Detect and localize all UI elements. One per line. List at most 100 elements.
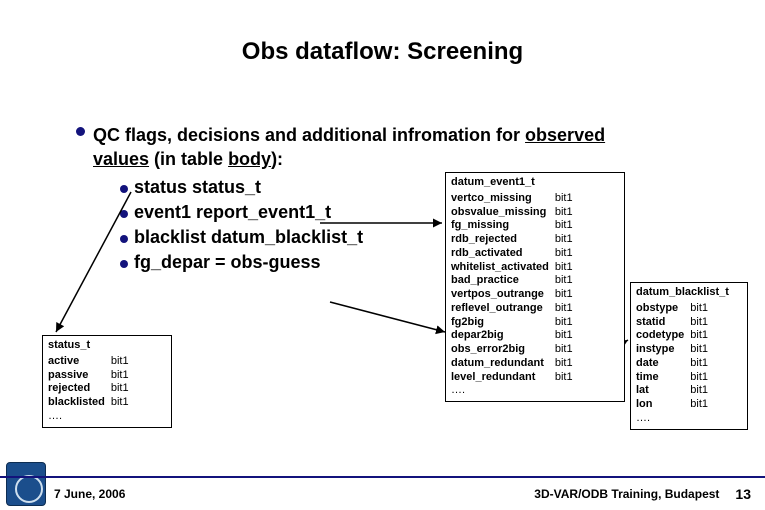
field-table: obstypebit1statidbit1codetypebit1instype… [636, 302, 714, 412]
status-box: status_t activebit1passivebit1rejectedbi… [42, 335, 172, 428]
field-type: bit1 [555, 357, 579, 371]
ellipsis: …. [48, 410, 166, 424]
slide-title: Obs dataflow: Screening [0, 38, 765, 66]
field-type: bit1 [555, 206, 579, 220]
table-row: level_redundantbit1 [451, 371, 579, 385]
field-name: lat [636, 384, 690, 398]
main-text: QC flags, decisions and additional infro… [93, 123, 653, 172]
field-type: bit1 [690, 357, 714, 371]
sub-bullet-text: event1 report_event1_t [134, 202, 331, 223]
field-name: datum_redundant [451, 357, 555, 371]
field-table: vertco_missingbit1obsvalue_missingbit1fg… [451, 192, 579, 385]
table-row: depar2bigbit1 [451, 329, 579, 343]
field-name: instype [636, 343, 690, 357]
sub-bullet-text: fg_depar = obs-guess [134, 252, 321, 273]
field-name: level_redundant [451, 371, 555, 385]
field-type: bit1 [690, 343, 714, 357]
datum-event-box: datum_event1_t vertco_missingbit1obsvalu… [445, 172, 625, 402]
field-type: bit1 [555, 261, 579, 275]
field-name: codetype [636, 329, 690, 343]
table-row: bad_practicebit1 [451, 274, 579, 288]
field-name: time [636, 371, 690, 385]
bullet-icon [76, 127, 85, 136]
table-row: latbit1 [636, 384, 714, 398]
field-name: bad_practice [451, 274, 555, 288]
field-name: obsvalue_missing [451, 206, 555, 220]
field-name: obstype [636, 302, 690, 316]
footer-date: 7 June, 2006 [54, 487, 125, 501]
page-number: 13 [735, 486, 751, 502]
field-name: depar2big [451, 329, 555, 343]
field-type: bit1 [555, 219, 579, 233]
field-type: bit1 [690, 371, 714, 385]
field-type: bit1 [690, 302, 714, 316]
field-type: bit1 [555, 371, 579, 385]
blacklist-box: datum_blacklist_t obstypebit1statidbit1c… [630, 282, 748, 430]
field-type: bit1 [111, 396, 135, 410]
table-row: datebit1 [636, 357, 714, 371]
field-name: rdb_activated [451, 247, 555, 261]
field-name: date [636, 357, 690, 371]
field-type: bit1 [555, 247, 579, 261]
ellipsis: …. [451, 384, 619, 398]
field-name: reflevel_outrange [451, 302, 555, 316]
field-type: bit1 [555, 302, 579, 316]
field-name: blacklisted [48, 396, 111, 410]
field-type: bit1 [555, 233, 579, 247]
field-type: bit1 [555, 316, 579, 330]
field-name: vertco_missing [451, 192, 555, 206]
field-type: bit1 [690, 398, 714, 412]
table-row: blacklistedbit1 [48, 396, 135, 410]
table-row: reflevel_outrangebit1 [451, 302, 579, 316]
field-type: bit1 [555, 192, 579, 206]
table-row: vertco_missingbit1 [451, 192, 579, 206]
field-type: bit1 [111, 382, 135, 396]
table-row: instypebit1 [636, 343, 714, 357]
ellipsis: …. [636, 412, 742, 426]
table-row: rdb_rejectedbit1 [451, 233, 579, 247]
field-name: active [48, 355, 111, 369]
sub-bullet: fg_depar = obs-guess [120, 252, 363, 273]
table-row: statidbit1 [636, 316, 714, 330]
field-type: bit1 [555, 274, 579, 288]
field-type: bit1 [555, 329, 579, 343]
field-name: rdb_rejected [451, 233, 555, 247]
field-table: activebit1passivebit1rejectedbit1blackli… [48, 355, 135, 410]
field-type: bit1 [555, 288, 579, 302]
table-row: codetypebit1 [636, 329, 714, 343]
box-header: datum_blacklist_t [636, 286, 742, 300]
table-row: obs_error2bigbit1 [451, 343, 579, 357]
table-row: rdb_activatedbit1 [451, 247, 579, 261]
field-name: fg_missing [451, 219, 555, 233]
field-name: obs_error2big [451, 343, 555, 357]
field-name: fg2big [451, 316, 555, 330]
field-type: bit1 [690, 329, 714, 343]
table-row: fg_missingbit1 [451, 219, 579, 233]
field-name: vertpos_outrange [451, 288, 555, 302]
field-name: lon [636, 398, 690, 412]
table-row: fg2bigbit1 [451, 316, 579, 330]
field-name: rejected [48, 382, 111, 396]
field-type: bit1 [690, 384, 714, 398]
footer: 7 June, 2006 3D-VAR/ODB Training, Budape… [0, 476, 765, 510]
table-row: obsvalue_missingbit1 [451, 206, 579, 220]
table-row: vertpos_outrangebit1 [451, 288, 579, 302]
table-row: whitelist_activatedbit1 [451, 261, 579, 275]
table-row: lonbit1 [636, 398, 714, 412]
sub-bullet: status status_t [120, 177, 363, 198]
table-row: timebit1 [636, 371, 714, 385]
field-name: passive [48, 369, 111, 383]
field-type: bit1 [690, 316, 714, 330]
field-name: statid [636, 316, 690, 330]
field-name: whitelist_activated [451, 261, 555, 275]
arrow-icon [46, 192, 146, 342]
table-row: obstypebit1 [636, 302, 714, 316]
field-type: bit1 [111, 355, 135, 369]
table-row: passivebit1 [48, 369, 135, 383]
table-row: datum_redundantbit1 [451, 357, 579, 371]
arrow-icon [330, 292, 460, 352]
field-type: bit1 [111, 369, 135, 383]
footer-venue: 3D-VAR/ODB Training, Budapest [534, 487, 719, 501]
table-row: activebit1 [48, 355, 135, 369]
box-header: datum_event1_t [451, 176, 619, 190]
